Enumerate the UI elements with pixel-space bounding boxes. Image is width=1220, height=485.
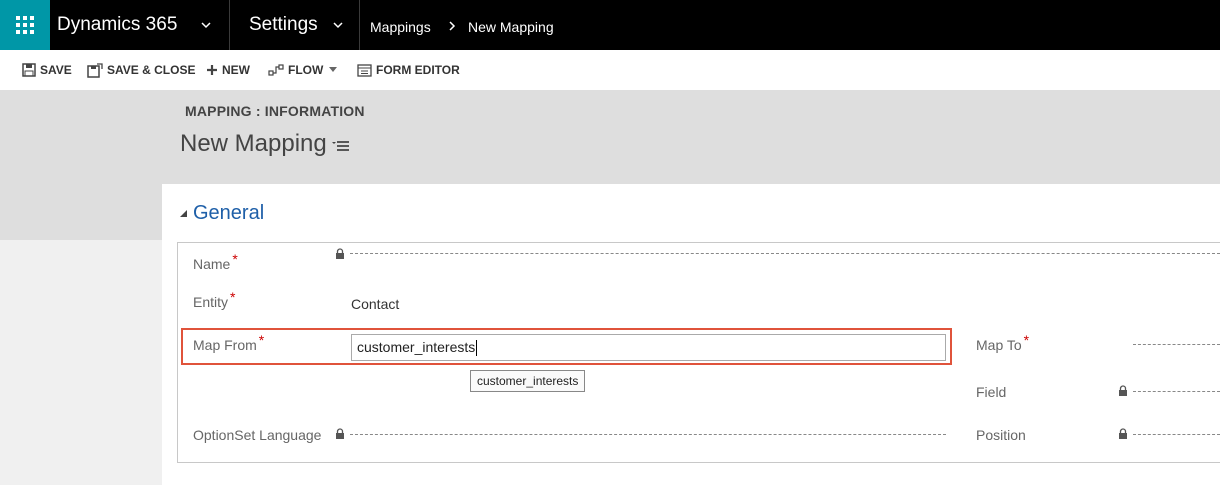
- position-field-input[interactable]: [1133, 434, 1220, 435]
- required-indicator: *: [232, 251, 238, 267]
- map-to-field-input[interactable]: [1133, 344, 1220, 345]
- position-field-label: Position: [976, 427, 1026, 443]
- waffle-icon: [16, 16, 34, 34]
- entity-label-text: Entity: [193, 294, 229, 310]
- plus-icon: [207, 65, 217, 75]
- nav-divider: [229, 0, 230, 50]
- required-indicator: *: [1023, 332, 1030, 348]
- save-close-label: SAVE & CLOSE: [107, 63, 196, 77]
- save-close-icon: [87, 62, 103, 78]
- optionset-language-input[interactable]: [350, 434, 946, 435]
- caret-down-icon: [329, 67, 338, 72]
- lock-icon: [1119, 428, 1127, 439]
- save-label: SAVE: [40, 63, 72, 77]
- map-to-label-text: Map To: [976, 337, 1022, 353]
- entity-field-value: Contact: [351, 296, 400, 312]
- new-button[interactable]: NEW: [206, 50, 250, 90]
- page-title: New Mapping: [180, 130, 327, 157]
- form-editor-icon: [357, 63, 372, 77]
- area-settings[interactable]: Settings: [249, 0, 318, 50]
- collapse-triangle-icon[interactable]: [180, 210, 188, 218]
- entity-form-label: MAPPING : INFORMATION: [185, 103, 365, 119]
- lock-icon: [336, 428, 344, 439]
- section-title[interactable]: General: [193, 202, 264, 225]
- save-close-button[interactable]: SAVE & CLOSE: [87, 50, 195, 90]
- top-nav-bar: Dynamics 365 Settings Mappings New Mappi…: [0, 0, 1220, 50]
- lock-icon: [1119, 385, 1127, 396]
- name-field-input[interactable]: [350, 253, 1220, 254]
- save-button[interactable]: SAVE: [22, 50, 72, 90]
- chevron-down-icon[interactable]: [332, 19, 344, 31]
- map-to-field-label: Map To *: [976, 332, 1029, 353]
- command-bar: SAVE SAVE & CLOSE NEW FLOW FORM EDITOR: [0, 50, 1220, 90]
- form-selector-icon[interactable]: [332, 139, 350, 153]
- breadcrumb-new-mapping[interactable]: New Mapping: [468, 0, 554, 54]
- map-from-field-label: Map From *: [193, 332, 264, 353]
- optionset-language-label: OptionSet Language: [193, 427, 322, 443]
- new-label: NEW: [222, 63, 250, 77]
- form-editor-button[interactable]: FORM EDITOR: [357, 50, 460, 90]
- entity-field-label: Entity *: [193, 289, 235, 310]
- lock-icon: [336, 248, 344, 259]
- name-label-text: Name: [193, 256, 231, 272]
- map-from-input[interactable]: customer_interests: [351, 334, 946, 361]
- nav-divider: [359, 0, 360, 50]
- app-name[interactable]: Dynamics 365: [57, 0, 177, 50]
- map-from-value: customer_interests: [357, 339, 476, 355]
- field-field-input[interactable]: [1133, 391, 1220, 392]
- name-field-label: Name *: [193, 251, 238, 272]
- breadcrumb-mappings[interactable]: Mappings: [370, 0, 431, 54]
- text-cursor: [476, 340, 478, 357]
- map-from-label-text: Map From: [193, 337, 257, 353]
- chevron-right-icon: [449, 21, 456, 31]
- flow-label: FLOW: [288, 63, 324, 77]
- required-indicator: *: [230, 289, 236, 305]
- chevron-down-icon[interactable]: [200, 19, 212, 31]
- map-from-tooltip: customer_interests: [470, 370, 586, 392]
- required-indicator: *: [258, 332, 265, 348]
- form-editor-label: FORM EDITOR: [376, 63, 460, 77]
- save-icon: [22, 63, 36, 77]
- field-field-label: Field: [976, 384, 1007, 400]
- app-launcher-button[interactable]: [0, 0, 50, 50]
- flow-button[interactable]: FLOW: [268, 50, 341, 90]
- flow-icon: [268, 64, 284, 76]
